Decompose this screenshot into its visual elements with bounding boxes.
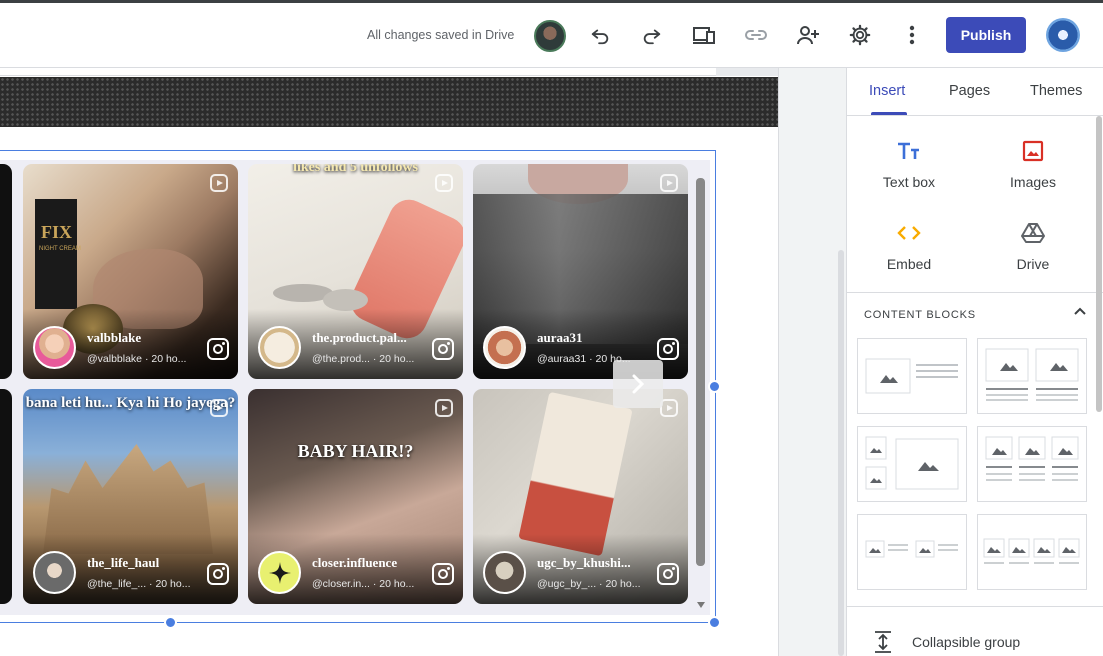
content-block-image-text[interactable] xyxy=(857,338,967,414)
top-toolbar: All changes saved in Drive Publish xyxy=(0,3,1103,68)
ruler-margin xyxy=(716,68,778,76)
preview-icon[interactable] xyxy=(692,23,716,47)
content-block-three-columns[interactable] xyxy=(977,426,1087,502)
tab-divider xyxy=(847,115,1103,116)
insert-label: Images xyxy=(1010,174,1056,190)
panel-scrollbar[interactable] xyxy=(1096,116,1102,412)
resize-handle-right[interactable] xyxy=(708,380,721,393)
section-divider xyxy=(847,292,1103,293)
canvas-scrollbar[interactable] xyxy=(838,250,844,656)
side-panel: Insert Pages Themes Text box Images Embe… xyxy=(846,68,1103,656)
account-avatar[interactable] xyxy=(1046,18,1080,52)
insert-label: Text box xyxy=(882,174,936,190)
tab-themes[interactable]: Themes xyxy=(1030,83,1082,99)
text-box-icon xyxy=(864,138,954,164)
collapsible-group-icon xyxy=(875,631,891,653)
ruler xyxy=(0,68,778,76)
insert-text-box[interactable]: Text box xyxy=(864,138,954,190)
resize-handle-bottom[interactable] xyxy=(164,616,177,629)
tab-pages[interactable]: Pages xyxy=(949,83,990,99)
insert-embed[interactable]: Embed xyxy=(864,220,954,272)
save-status: All changes saved in Drive xyxy=(367,28,515,42)
undo-icon[interactable] xyxy=(588,23,612,47)
link-icon[interactable] xyxy=(744,23,768,47)
share-icon[interactable] xyxy=(796,23,820,47)
insert-label: Drive xyxy=(1016,256,1050,272)
embed-icon xyxy=(864,220,954,246)
collaborator-avatar[interactable] xyxy=(534,20,566,52)
drive-icon xyxy=(988,220,1078,246)
collapsible-group-item[interactable]: Collapsible group xyxy=(912,634,1020,650)
more-icon[interactable] xyxy=(900,23,924,47)
resize-handle-corner[interactable] xyxy=(708,616,721,629)
publish-button[interactable]: Publish xyxy=(946,17,1026,53)
content-blocks-title: CONTENT BLOCKS xyxy=(864,309,976,321)
image-icon xyxy=(988,138,1078,164)
chevron-up-icon[interactable] xyxy=(1073,306,1087,316)
content-block-four-columns[interactable] xyxy=(977,514,1087,590)
header-banner-image xyxy=(0,77,778,127)
insert-drive[interactable]: Drive xyxy=(988,220,1078,272)
content-block-two-images[interactable] xyxy=(977,338,1087,414)
tab-insert[interactable]: Insert xyxy=(869,83,905,99)
insert-label: Embed xyxy=(886,256,932,272)
insert-images[interactable]: Images xyxy=(988,138,1078,190)
content-block-image-text-pairs[interactable] xyxy=(857,514,967,590)
section-divider xyxy=(847,606,1103,607)
embed-selection-frame xyxy=(0,150,716,623)
settings-icon[interactable] xyxy=(848,23,872,47)
redo-icon[interactable] xyxy=(640,23,664,47)
canvas-gutter xyxy=(778,68,846,656)
content-block-gallery[interactable] xyxy=(857,426,967,502)
